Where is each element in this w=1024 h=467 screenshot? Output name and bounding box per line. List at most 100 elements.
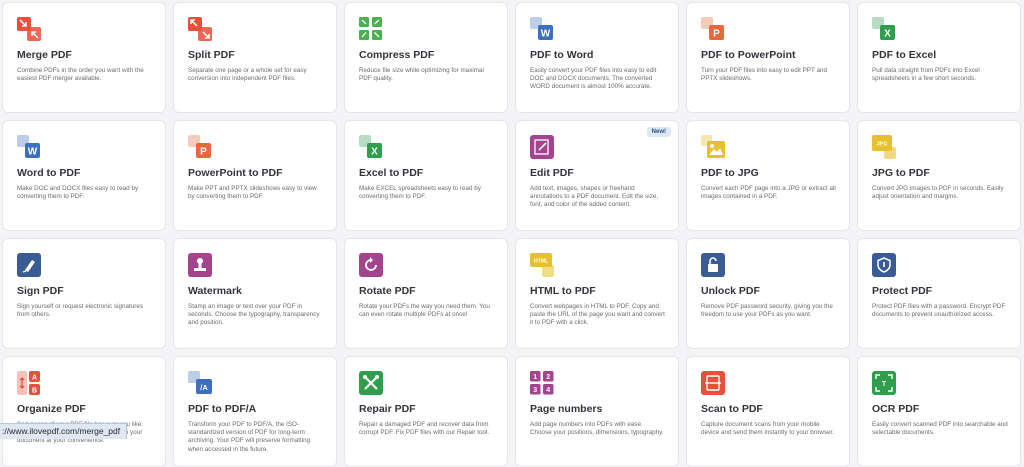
tool-card-scan-to-pdf[interactable]: Scan to PDF Capture document scans from y… xyxy=(686,356,850,467)
compress-icon xyxy=(359,17,383,41)
organize-icon: AB xyxy=(17,371,41,395)
svg-text:B: B xyxy=(32,388,37,395)
tool-card-pdf-to-excel[interactable]: X PDF to Excel Pull data straight from PDF… xyxy=(857,2,1021,113)
tool-title: JPG to PDF xyxy=(872,167,930,179)
tool-description: Transform your PDF to PDF/A, the ISO-sta… xyxy=(188,421,311,453)
tool-description: Protect PDF files with a password. Encry… xyxy=(872,303,1006,319)
merge-icon xyxy=(17,17,41,41)
svg-text:W: W xyxy=(541,29,551,40)
status-bar-url: ://www.ilovepdf.com/merge_pdf xyxy=(0,423,128,439)
powerpoint-icon: P xyxy=(188,135,212,159)
tool-description: Reduce file size while optimizing for ma… xyxy=(359,67,484,83)
stamp-icon xyxy=(188,253,212,277)
tool-card-html-to-pdf[interactable]: HTML HTML to PDF Convert webpages in HTML … xyxy=(515,238,679,349)
tool-description: Capture document scans from your mobile … xyxy=(701,421,835,437)
tool-card-merge-pdf[interactable]: Merge PDF Combine PDFs in the order you w… xyxy=(2,2,166,113)
tool-description: Stamp an image or text over your PDF in … xyxy=(188,303,320,327)
tool-title: Organize PDF xyxy=(17,403,86,415)
tool-description: Remove PDF password security, giving you… xyxy=(701,303,833,319)
scan-icon xyxy=(701,371,725,395)
tool-description: Convert JPG images to PDF in seconds. Ea… xyxy=(872,185,1004,201)
rotate-icon xyxy=(359,253,383,277)
tool-title: Watermark xyxy=(188,285,242,297)
tool-description: Add page numbers into PDFs with ease. Ch… xyxy=(530,421,664,437)
svg-text:1: 1 xyxy=(533,374,537,381)
numbers-icon: 1 2 3 4 xyxy=(530,371,554,395)
tool-card-ocr-pdf[interactable]: T OCR PDF Easily convert scanned PDF into … xyxy=(857,356,1021,467)
svg-text:HTML: HTML xyxy=(534,259,548,265)
tool-description: Combine PDFs in the order you want with … xyxy=(17,67,144,83)
ocr-icon: T xyxy=(872,371,896,395)
tool-card-pdf-to-powerpoint[interactable]: P PDF to PowerPoint Turn your PDF files in… xyxy=(686,2,850,113)
tool-description: Make DOC and DOCX files easy to read by … xyxy=(17,185,139,201)
tool-description: Convert each PDF page into a JPG or extr… xyxy=(701,185,836,201)
svg-text:/A: /A xyxy=(200,383,208,392)
tool-description: Easily convert your PDF files into easy … xyxy=(530,67,657,91)
svg-text:X: X xyxy=(371,147,378,158)
tool-card-page-numbers[interactable]: 1 2 3 4 Page numbers Add page numbers into PD… xyxy=(515,356,679,467)
tool-title: Unlock PDF xyxy=(701,285,760,297)
tool-title: Repair PDF xyxy=(359,403,416,415)
tool-card-compress-pdf[interactable]: Compress PDF Reduce file size while optim… xyxy=(344,2,508,113)
tool-card-organize-pdf[interactable]: ABOrganize PDFSort pages of your PDF fil… xyxy=(2,356,166,467)
tool-card-powerpoint-to-pdf[interactable]: P PowerPoint to PDF Make PPT and PPTX slid… xyxy=(173,120,337,231)
tool-description: Turn your PDF files into easy to edit PP… xyxy=(701,67,827,83)
svg-text:P: P xyxy=(200,147,207,158)
tool-description: Repair a damaged PDF and recover data fr… xyxy=(359,421,490,437)
tool-description: Pull data straight from PDFs into Excel … xyxy=(872,67,980,83)
tool-title: OCR PDF xyxy=(872,403,920,415)
tool-title: PDF to PowerPoint xyxy=(701,49,796,61)
tool-card-pdf-to-word[interactable]: W PDF to Word Easily convert your PDF file… xyxy=(515,2,679,113)
tool-title: PDF to JPG xyxy=(701,167,759,179)
new-badge: New! xyxy=(646,127,671,137)
svg-text:2: 2 xyxy=(546,374,550,381)
tool-card-pdf-to-jpg[interactable]: PDF to JPG Convert each PDF page into a J… xyxy=(686,120,850,231)
tool-description: Rotate your PDFs the way you need them. … xyxy=(359,303,490,319)
tool-description: Separate one page or a whole set for eas… xyxy=(188,67,307,83)
tool-description: Make PPT and PPTX slideshows easy to vie… xyxy=(188,185,317,201)
tool-card-jpg-to-pdf[interactable]: JPG JPG to PDF Convert JPG images to PDF i… xyxy=(857,120,1021,231)
svg-text:JPG: JPG xyxy=(876,142,887,148)
tool-title: PDF to Word xyxy=(530,49,594,61)
tool-title: Page numbers xyxy=(530,403,603,415)
tool-title: Compress PDF xyxy=(359,49,435,61)
tool-card-protect-pdf[interactable]: Protect PDF Protect PDF files with a pass… xyxy=(857,238,1021,349)
tool-title: Word to PDF xyxy=(17,167,81,179)
tool-title: Excel to PDF xyxy=(359,167,424,179)
tool-description: Make EXCEL spreadsheets easy to read by … xyxy=(359,185,481,201)
tool-card-sign-pdf[interactable]: Sign PDF Sign yourself or request electro… xyxy=(2,238,166,349)
shield-icon xyxy=(872,253,896,277)
word-icon: W xyxy=(17,135,41,159)
tools-icon xyxy=(359,371,383,395)
svg-text:T: T xyxy=(882,381,887,388)
powerpoint-icon: P xyxy=(701,17,725,41)
tool-title: HTML to PDF xyxy=(530,285,596,297)
tool-card-unlock-pdf[interactable]: Unlock PDF Remove PDF password security, … xyxy=(686,238,850,349)
svg-text:W: W xyxy=(28,147,38,158)
tool-title: Sign PDF xyxy=(17,285,64,297)
tool-card-excel-to-pdf[interactable]: X Excel to PDF Make EXCEL spreadsheets eas… xyxy=(344,120,508,231)
tool-card-edit-pdf[interactable]: Edit PDF Add text, images, shapes or free… xyxy=(515,120,679,231)
svg-text:X: X xyxy=(884,29,891,40)
tool-card-word-to-pdf[interactable]: W Word to PDF Make DOC and DOCX files easy… xyxy=(2,120,166,231)
tool-card-watermark[interactable]: Watermark Stamp an image or text over you… xyxy=(173,238,337,349)
tool-card-rotate-pdf[interactable]: Rotate PDF Rotate your PDFs the way you n… xyxy=(344,238,508,349)
jpg-icon: JPG xyxy=(872,135,896,159)
tool-card-pdf-to-pdfa[interactable]: /A PDF to PDF/A Transform your PDF to PDF/… xyxy=(173,356,337,467)
tool-title: Rotate PDF xyxy=(359,285,416,297)
edit-icon xyxy=(530,135,554,159)
unlock-icon xyxy=(701,253,725,277)
svg-text:3: 3 xyxy=(533,387,537,394)
tool-title: Scan to PDF xyxy=(701,403,763,415)
tool-card-split-pdf[interactable]: Split PDF Separate one page or a whole se… xyxy=(173,2,337,113)
excel-icon: X xyxy=(359,135,383,159)
tool-title: Merge PDF xyxy=(17,49,72,61)
tool-title: Edit PDF xyxy=(530,167,574,179)
tool-title: PDF to PDF/A xyxy=(188,403,257,415)
pdfa-icon: /A xyxy=(188,371,212,395)
svg-text:4: 4 xyxy=(546,387,550,394)
svg-text:P: P xyxy=(713,29,720,40)
tool-description: Add text, images, shapes or freehand ann… xyxy=(530,185,659,209)
tool-card-repair-pdf[interactable]: Repair PDF Repair a damaged PDF and recov… xyxy=(344,356,508,467)
word-icon: W xyxy=(530,17,554,41)
